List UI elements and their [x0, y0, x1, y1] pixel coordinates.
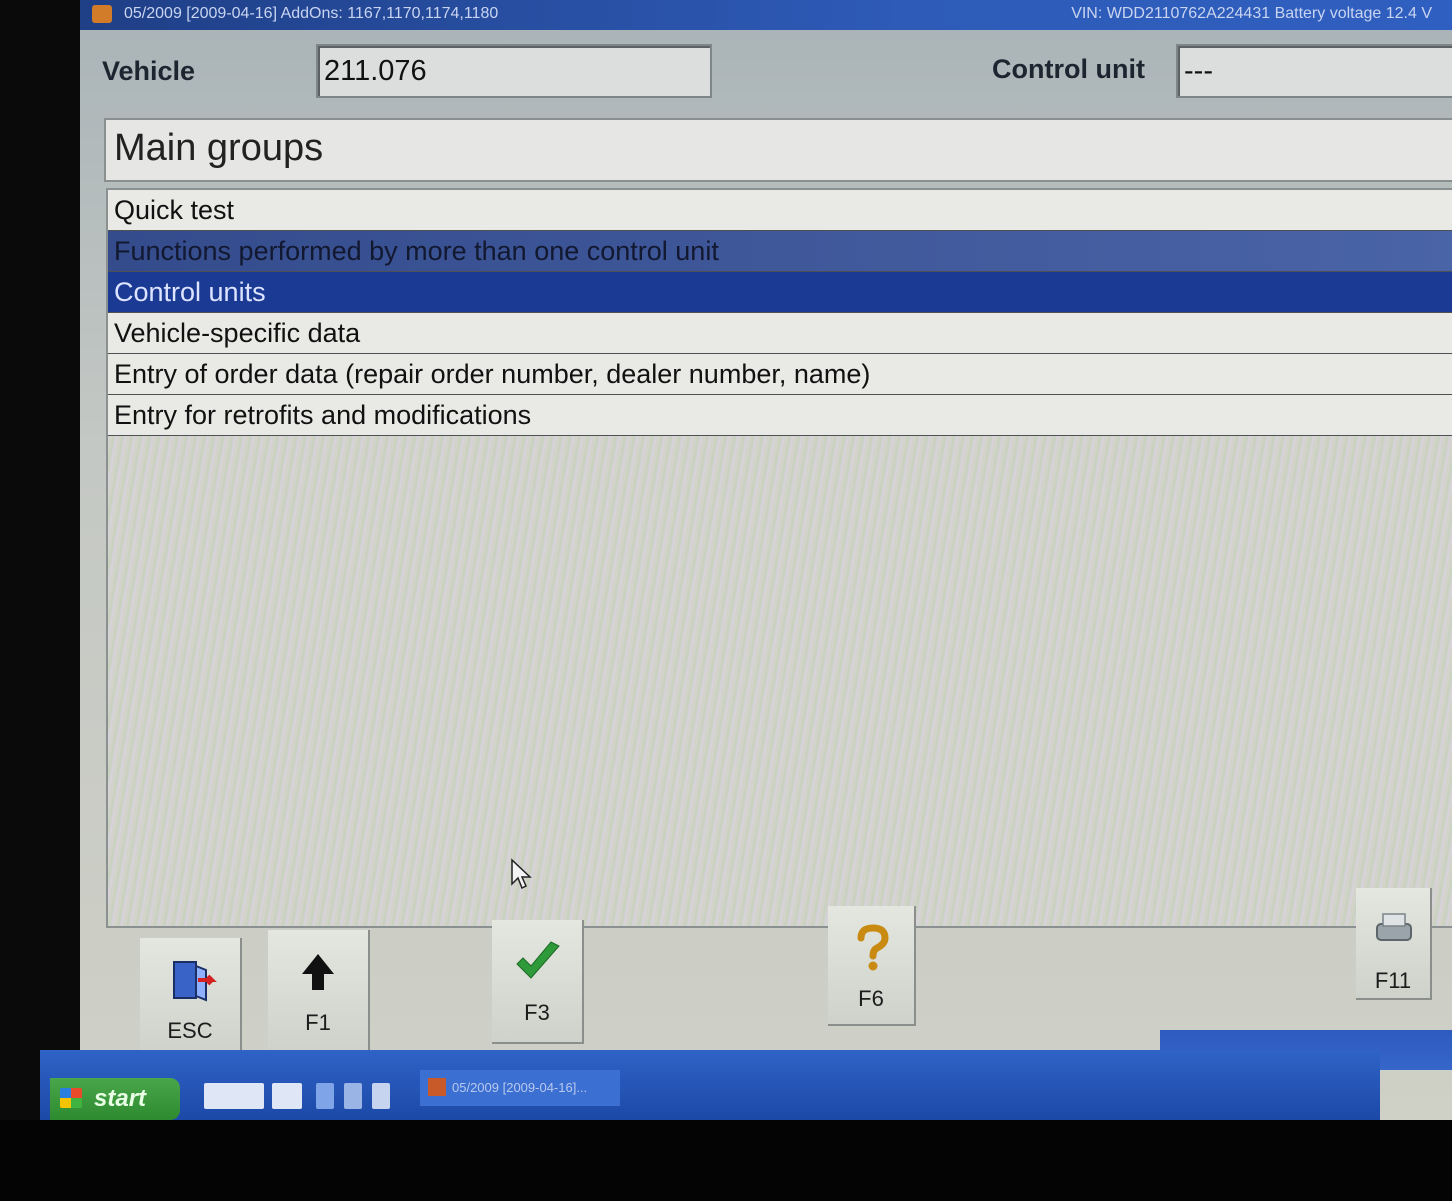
list-item-order-data[interactable]: Entry of order data (repair order number…: [108, 354, 1452, 395]
f1-button[interactable]: F1: [268, 930, 370, 1052]
list-item-multi-unit-functions[interactable]: Functions performed by more than one con…: [108, 231, 1452, 272]
das-screen: 05/2009 [2009-04-16] AddOns: 1167,1170,1…: [80, 0, 1452, 1120]
f11-label: F11: [1374, 968, 1412, 993]
grid-icon[interactable]: [272, 1083, 302, 1109]
f3-label: F3: [524, 1000, 550, 1025]
control-unit-field[interactable]: ---: [1176, 44, 1452, 98]
window-titlebar: 05/2009 [2009-04-16] AddOns: 1167,1170,1…: [80, 0, 1452, 30]
windows-flag-icon: [60, 1088, 82, 1108]
arrow-up-icon: [302, 954, 334, 990]
title-status-text: VIN: WDD2110762A224431 Battery voltage 1…: [1071, 5, 1432, 22]
f1-label: F1: [305, 1010, 331, 1035]
esc-button[interactable]: ESC: [140, 938, 242, 1056]
checkmark-icon: [516, 941, 560, 979]
vehicle-label: Vehicle: [102, 56, 196, 86]
help-question-icon: [857, 924, 889, 971]
f11-button[interactable]: F11: [1356, 888, 1432, 1000]
f6-label: F6: [858, 986, 884, 1011]
monitor-bezel-bottom: [0, 1120, 1452, 1201]
title-text: 05/2009 [2009-04-16] AddOns: 1167,1170,1…: [124, 5, 499, 22]
f3-button[interactable]: F3: [492, 920, 584, 1044]
control-unit-label: Control unit: [992, 54, 1145, 84]
list-item-control-units[interactable]: Control units: [108, 272, 1452, 313]
printer-icon: [1376, 913, 1412, 941]
browser-icon[interactable]: [316, 1083, 334, 1109]
f6-button[interactable]: F6: [828, 906, 916, 1026]
folder-icon[interactable]: [344, 1083, 362, 1109]
vehicle-field[interactable]: 211.076: [316, 44, 712, 98]
list-item-vehicle-data[interactable]: Vehicle-specific data: [108, 313, 1452, 354]
mouse-cursor-icon: [511, 858, 532, 890]
main-groups-list: Quick test Functions performed by more t…: [106, 188, 1452, 928]
keyboard-icon[interactable]: [204, 1083, 264, 1109]
monitor-bezel-left: [0, 0, 80, 1201]
app-shortcut-icon[interactable]: [372, 1083, 390, 1109]
app-icon: [92, 5, 112, 23]
task-label: 05/2009 [2009-04-16]...: [452, 1080, 588, 1095]
list-item-quick-test[interactable]: Quick test: [108, 190, 1452, 231]
start-label: start: [94, 1085, 147, 1112]
list-item-retrofits[interactable]: Entry for retrofits and modifications: [108, 395, 1452, 436]
esc-label: ESC: [167, 1018, 213, 1043]
taskbar-task-das[interactable]: 05/2009 [2009-04-16]...: [420, 1070, 620, 1106]
task-app-icon: [428, 1078, 446, 1096]
exit-door-icon: [173, 961, 217, 1002]
main-groups-title: Main groups: [104, 118, 1452, 182]
start-button[interactable]: start: [50, 1078, 180, 1120]
